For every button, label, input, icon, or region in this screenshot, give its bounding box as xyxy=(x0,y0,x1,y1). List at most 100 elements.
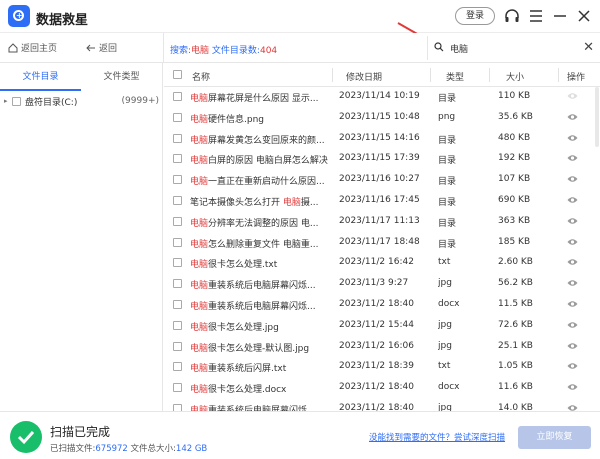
search-icon xyxy=(434,42,444,52)
row-checkbox[interactable] xyxy=(173,154,182,164)
search-input[interactable]: 电脑 ✕ xyxy=(427,36,599,60)
row-checkbox[interactable] xyxy=(173,237,182,247)
row-checkbox[interactable] xyxy=(173,362,182,372)
close-icon[interactable] xyxy=(575,7,593,25)
preview-eye-icon[interactable] xyxy=(567,134,578,142)
file-date: 2023/11/15 10:48 xyxy=(339,111,420,122)
scan-status-title: 扫描已完成 xyxy=(50,425,111,439)
file-date: 2023/11/15 17:39 xyxy=(339,153,420,164)
name-highlight: 电脑 xyxy=(190,281,209,292)
table-row[interactable]: 电脑怎么删除重复文件 电脑重... 2023/11/17 18:48 目录 185 K… xyxy=(164,233,600,254)
table-row[interactable]: 电脑硬件信息.png 2023/11/15 10:48 png 35.6 KB xyxy=(164,108,600,129)
file-size: 192 KB xyxy=(498,153,531,164)
table-row[interactable]: 电脑很卡怎么处理.jpg 2023/11/2 15:44 jpg 72.6 KB xyxy=(164,316,600,337)
row-checkbox[interactable] xyxy=(173,341,182,351)
preview-eye-icon[interactable] xyxy=(567,92,578,100)
select-all-checkbox[interactable] xyxy=(173,70,182,79)
table-row[interactable]: 电脑很卡怎么处理.txt 2023/11/2 16:42 txt 2.60 KB xyxy=(164,253,600,274)
table-row[interactable]: 电脑重装系统后电脑屏幕闪烁... 2023/11/2 18:40 docx 11.5 … xyxy=(164,295,600,316)
preview-eye-icon[interactable] xyxy=(567,217,578,225)
preview-eye-icon[interactable] xyxy=(567,342,578,350)
preview-eye-icon[interactable] xyxy=(567,279,578,287)
header-date[interactable]: 修改日期 xyxy=(346,70,382,83)
login-button[interactable]: 登录 xyxy=(455,7,495,25)
headset-icon[interactable] xyxy=(503,7,521,25)
file-date: 2023/11/2 18:40 xyxy=(339,382,414,393)
file-date: 2023/11/17 11:13 xyxy=(339,215,420,226)
file-size: 11.5 KB xyxy=(498,298,533,309)
preview-eye-icon[interactable] xyxy=(567,196,578,204)
name-highlight: 电脑 xyxy=(190,301,209,312)
file-size: 480 KB xyxy=(498,132,531,143)
header-name[interactable]: 名称 xyxy=(192,70,210,83)
table-row[interactable]: 电脑白屏的原因 电脑白屏怎么解决 2023/11/15 17:39 目录 192 KB xyxy=(164,149,600,170)
row-checkbox[interactable] xyxy=(173,216,182,226)
preview-eye-icon[interactable] xyxy=(567,175,578,183)
preview-eye-icon[interactable] xyxy=(567,321,578,329)
header-size[interactable]: 大小 xyxy=(506,70,524,83)
header-op: 操作 xyxy=(567,73,586,83)
row-checkbox[interactable] xyxy=(173,383,182,393)
file-date: 2023/11/2 16:42 xyxy=(339,257,414,268)
row-checkbox[interactable] xyxy=(173,299,182,309)
menu-icon[interactable] xyxy=(527,7,545,25)
preview-eye-icon[interactable] xyxy=(567,258,578,266)
tab-file-type[interactable]: 文件类型 xyxy=(81,69,162,82)
preview-eye-icon[interactable] xyxy=(567,404,578,411)
name-highlight: 电脑 xyxy=(190,343,209,354)
home-icon xyxy=(8,42,18,52)
row-checkbox[interactable] xyxy=(173,92,182,101)
scrollbar[interactable] xyxy=(595,87,599,147)
preview-eye-icon[interactable] xyxy=(567,113,578,121)
preview-eye-icon[interactable] xyxy=(567,383,578,391)
check-circle-icon xyxy=(10,421,42,453)
tree-checkbox[interactable] xyxy=(12,96,21,106)
file-name: 电脑重装系统后电脑屏幕闪烁... xyxy=(190,281,316,292)
home-button[interactable]: 返回主页 xyxy=(8,41,57,54)
file-size: 1.05 KB xyxy=(498,361,533,372)
row-checkbox[interactable] xyxy=(173,403,182,411)
back-button[interactable]: 返回 xyxy=(86,41,117,54)
tree-item-drive-c[interactable]: ▸ 盘符目录(C:) (9999+) xyxy=(4,93,159,109)
table-row[interactable]: 电脑屏幕花屏是什么原因 显示... 2023/11/14 10:19 目录 110 K… xyxy=(164,87,600,108)
expand-caret-icon[interactable]: ▸ xyxy=(4,97,12,105)
tree-item-count: (9999+) xyxy=(121,96,159,106)
row-checkbox[interactable] xyxy=(173,320,182,330)
preview-eye-icon[interactable] xyxy=(567,362,578,370)
file-name: 电脑白屏的原因 电脑白屏怎么解决 xyxy=(190,156,328,167)
deep-scan-link[interactable]: 没能找到需要的文件？尝试深度扫描 xyxy=(369,431,505,443)
file-size: 25.1 KB xyxy=(498,340,533,351)
search-value: 电脑 xyxy=(450,45,469,55)
search-result-info: 搜索:电脑 文件目录数:404 xyxy=(170,46,278,56)
recover-button[interactable]: 立即恢复 xyxy=(518,426,591,449)
table-row[interactable]: 电脑很卡怎么处理-默认图.jpg 2023/11/2 16:06 jpg 25.1 K… xyxy=(164,337,600,358)
table-row[interactable]: 电脑重装系统后电脑屏幕闪烁... 2023/11/2 18:40 jpg 14.0 K… xyxy=(164,399,600,411)
file-date: 2023/11/16 10:27 xyxy=(339,174,420,185)
table-row[interactable]: 电脑分辨率无法调整的原因 电... 2023/11/17 11:13 目录 363 K… xyxy=(164,212,600,233)
preview-eye-icon[interactable] xyxy=(567,154,578,162)
row-checkbox[interactable] xyxy=(173,195,182,205)
table-row[interactable]: 笔记本摄像头怎么打开 电脑摄... 2023/11/16 17:45 目录 690 K… xyxy=(164,191,600,212)
row-checkbox[interactable] xyxy=(173,175,182,185)
row-checkbox[interactable] xyxy=(173,279,182,289)
minimize-icon[interactable] xyxy=(551,7,569,25)
file-size: 107 KB xyxy=(498,174,531,185)
table-row[interactable]: 电脑屏幕发黄怎么变回原来的颜... 2023/11/15 14:16 目录 480 K… xyxy=(164,129,600,150)
preview-eye-icon[interactable] xyxy=(567,238,578,246)
file-name: 电脑一直正在重新启动什么原因... xyxy=(190,177,325,188)
file-name: 电脑很卡怎么处理-默认图.jpg xyxy=(190,343,310,354)
tab-file-directory[interactable]: 文件目录 xyxy=(0,69,81,82)
row-checkbox[interactable] xyxy=(173,112,182,122)
table-row[interactable]: 电脑重装系统后电脑屏幕闪烁... 2023/11/3 9:27 jpg 56.2 KB xyxy=(164,274,600,295)
table-row[interactable]: 电脑重装系统后闪屏.txt 2023/11/2 18:39 txt 1.05 KB xyxy=(164,357,600,378)
row-checkbox[interactable] xyxy=(173,258,182,268)
preview-eye-icon[interactable] xyxy=(567,300,578,308)
name-highlight: 电脑 xyxy=(190,385,209,396)
table-row[interactable]: 电脑一直正在重新启动什么原因... 2023/11/16 10:27 目录 107 K… xyxy=(164,170,600,191)
header-type[interactable]: 类型 xyxy=(446,70,464,83)
table-row[interactable]: 电脑很卡怎么处理.docx 2023/11/2 18:40 docx 11.6 KB xyxy=(164,378,600,399)
row-checkbox[interactable] xyxy=(173,133,182,143)
clear-icon[interactable]: ✕ xyxy=(583,40,594,55)
file-type: 目录 xyxy=(438,135,457,146)
file-type: 目录 xyxy=(438,239,457,250)
